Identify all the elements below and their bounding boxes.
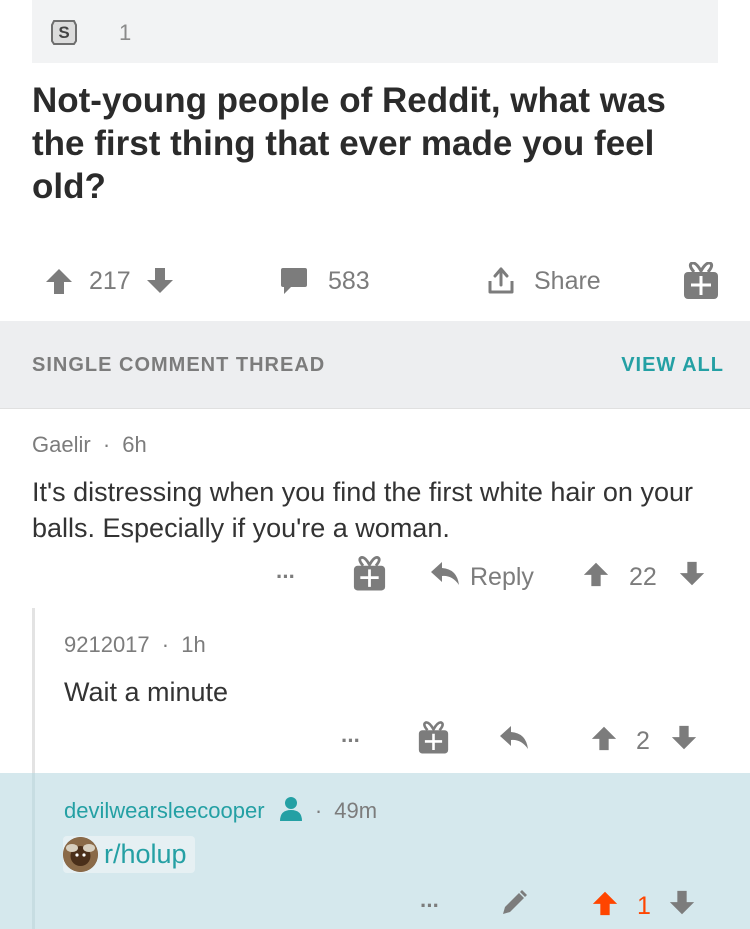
flair-text: r/holup bbox=[104, 839, 187, 869]
post-score-value: 217 bbox=[89, 266, 131, 295]
post-downvote-button[interactable] bbox=[145, 259, 175, 303]
comment-score-value: 1 bbox=[637, 891, 651, 920]
downvote-icon[interactable] bbox=[145, 266, 175, 296]
thread-line[interactable] bbox=[32, 773, 35, 929]
comment-age: 49m bbox=[334, 798, 378, 823]
upvote-icon[interactable] bbox=[582, 560, 610, 595]
comment-gift-button[interactable] bbox=[353, 555, 386, 599]
comment-author[interactable]: devilwearsleecooper bbox=[64, 798, 265, 823]
share-icon bbox=[486, 266, 516, 296]
more-icon[interactable]: ··· bbox=[341, 728, 361, 754]
post-upvote-button[interactable] bbox=[44, 259, 74, 303]
comment-score-value: 22 bbox=[629, 562, 657, 591]
svg-text:S: S bbox=[58, 23, 69, 42]
comment-age: 6h bbox=[122, 432, 147, 457]
comment-author[interactable]: Gaelir bbox=[32, 432, 91, 457]
share-label: Share bbox=[534, 266, 601, 295]
comment-downvote-button[interactable] bbox=[678, 557, 706, 597]
award-bar: S 1 bbox=[32, 0, 718, 63]
post-score: 217 bbox=[89, 259, 131, 303]
comment-score: 2 bbox=[636, 721, 650, 761]
post-gift-button[interactable] bbox=[683, 259, 719, 303]
post-title: Not-young people of Reddit, what was the… bbox=[32, 81, 666, 206]
downvote-icon[interactable] bbox=[678, 560, 706, 595]
reply-icon bbox=[430, 561, 460, 594]
view-all-link[interactable]: VIEW ALL bbox=[621, 354, 724, 377]
downvote-icon[interactable] bbox=[670, 724, 698, 759]
comment-score: 22 bbox=[629, 557, 657, 597]
edit-icon[interactable] bbox=[500, 889, 528, 924]
comment-age: 1h bbox=[181, 632, 206, 657]
downvote-icon[interactable] bbox=[668, 889, 696, 924]
meta-separator: · bbox=[161, 632, 170, 657]
comment-downvote-button[interactable] bbox=[670, 721, 698, 761]
comment-more-button[interactable]: ··· bbox=[420, 886, 440, 926]
comment-author[interactable]: 9212017 bbox=[64, 632, 150, 657]
comment-icon bbox=[279, 267, 309, 295]
reply-icon[interactable] bbox=[499, 725, 529, 758]
comment-meta: 9212017 · 1h bbox=[64, 632, 206, 658]
post-actions: 217 583 Share bbox=[0, 259, 750, 303]
meta-separator: · bbox=[314, 798, 323, 823]
comment-more-button[interactable]: ··· bbox=[276, 557, 296, 597]
comment-body: Wait a minute bbox=[64, 677, 229, 707]
comment-edit-button[interactable] bbox=[500, 886, 528, 926]
comment-more-button[interactable]: ··· bbox=[341, 721, 361, 761]
comment-upvote-button[interactable] bbox=[582, 557, 610, 597]
comment-reply-button[interactable]: Reply bbox=[430, 557, 534, 597]
silver-award-icon: S bbox=[50, 19, 78, 45]
thread-header: SINGLE COMMENT THREAD VIEW ALL bbox=[0, 321, 750, 409]
user-flair: r/holup bbox=[63, 836, 195, 873]
comment-body: It's distressing when you find the first… bbox=[32, 477, 693, 543]
meta-separator: · bbox=[102, 432, 111, 457]
award-count: 1 bbox=[119, 20, 132, 45]
gift-icon[interactable] bbox=[353, 555, 386, 599]
flair-avatar bbox=[63, 837, 98, 872]
thread-header-label: SINGLE COMMENT THREAD bbox=[32, 354, 326, 376]
upvote-icon[interactable] bbox=[591, 889, 619, 924]
comment-upvote-button[interactable] bbox=[591, 886, 619, 926]
post-share-button[interactable]: Share bbox=[486, 259, 601, 303]
upvote-icon[interactable] bbox=[44, 266, 74, 296]
post-comments-button[interactable]: 583 bbox=[279, 259, 370, 303]
comment-score-value: 2 bbox=[636, 726, 650, 755]
more-icon[interactable]: ··· bbox=[420, 893, 440, 919]
comment-meta: devilwearsleecooper · 49m bbox=[64, 796, 377, 828]
post-comment-count: 583 bbox=[328, 266, 370, 295]
comment-upvote-button[interactable] bbox=[590, 721, 618, 761]
thread-line[interactable] bbox=[32, 608, 35, 773]
more-icon[interactable]: ··· bbox=[276, 564, 296, 590]
comment-downvote-button[interactable] bbox=[668, 886, 696, 926]
comment-meta: Gaelir · 6h bbox=[32, 432, 147, 458]
gift-icon[interactable] bbox=[418, 720, 449, 762]
gift-icon[interactable] bbox=[683, 262, 719, 300]
upvote-icon[interactable] bbox=[590, 724, 618, 759]
comment-gift-button[interactable] bbox=[418, 720, 449, 762]
comment-reply-button[interactable] bbox=[499, 721, 529, 761]
user-icon bbox=[279, 796, 303, 828]
comment-score: 1 bbox=[637, 886, 651, 926]
reply-label: Reply bbox=[470, 562, 534, 591]
